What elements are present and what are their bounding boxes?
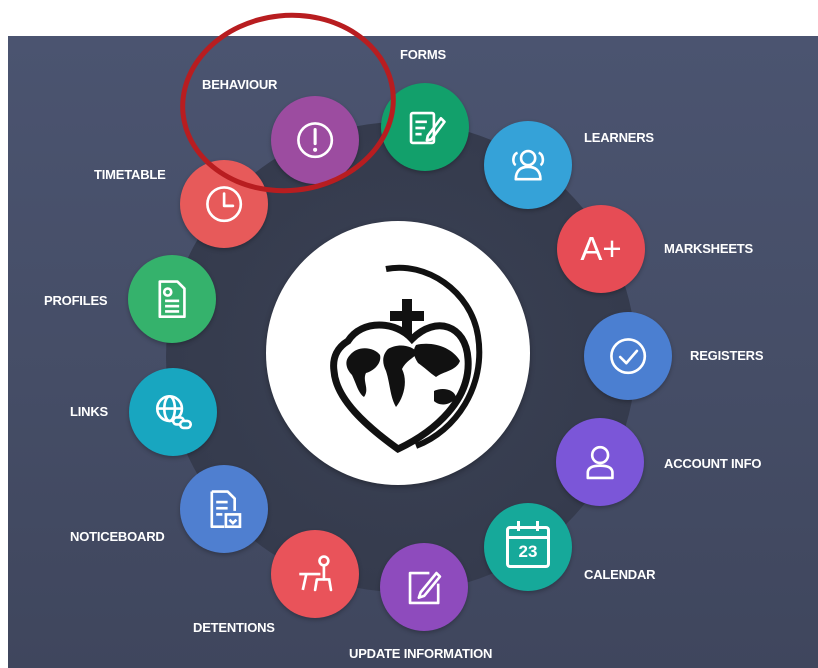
- account-info-label[interactable]: ACCOUNT INFO: [664, 456, 761, 471]
- marksheets-label[interactable]: MARKSHEETS: [664, 241, 753, 256]
- registers-label[interactable]: REGISTERS: [690, 348, 764, 363]
- notice-document-icon: [210, 490, 242, 528]
- forms-tile[interactable]: [381, 83, 469, 171]
- links-tile[interactable]: [129, 368, 217, 456]
- marksheets-tile[interactable]: A+: [557, 205, 645, 293]
- check-circle-icon: [609, 337, 647, 375]
- world-heart-logo: [330, 264, 483, 454]
- detentions-label[interactable]: DETENTIONS: [193, 620, 275, 635]
- forms-icon: [409, 111, 446, 145]
- links-label[interactable]: LINKS: [70, 404, 108, 419]
- detentions-tile[interactable]: [271, 530, 359, 618]
- center-logo: [266, 221, 530, 485]
- calendar-label[interactable]: CALENDAR: [584, 567, 656, 582]
- timetable-label[interactable]: TIMETABLE: [94, 167, 166, 182]
- account-info-tile[interactable]: [556, 418, 644, 506]
- grade-a-plus-icon: A+: [580, 230, 622, 267]
- noticeboard-label[interactable]: NOTICEBOARD: [70, 529, 165, 544]
- registers-tile[interactable]: [584, 312, 672, 400]
- calendar-tile[interactable]: 23: [484, 503, 572, 591]
- timetable-tile[interactable]: [180, 160, 268, 248]
- clock-icon: [205, 185, 243, 223]
- profiles-label[interactable]: PROFILES: [44, 293, 108, 308]
- behaviour-tile[interactable]: [271, 96, 359, 184]
- update-information-label[interactable]: UPDATE INFORMATION: [349, 646, 492, 661]
- profile-document-icon: [158, 280, 186, 318]
- user-icon: [586, 445, 614, 480]
- edit-icon: [408, 571, 442, 605]
- profiles-tile[interactable]: [128, 255, 216, 343]
- alert-icon: [296, 121, 334, 159]
- forms-label[interactable]: FORMS: [400, 47, 446, 62]
- behaviour-label[interactable]: BEHAVIOUR: [202, 77, 277, 92]
- learners-label[interactable]: LEARNERS: [584, 130, 654, 145]
- people-icon: [511, 149, 545, 181]
- update-information-tile[interactable]: [380, 543, 468, 631]
- globe-link-icon: [155, 394, 192, 430]
- learners-tile[interactable]: [484, 121, 572, 209]
- desk-icon: [299, 555, 333, 592]
- calendar-day-number: 23: [518, 542, 538, 561]
- noticeboard-tile[interactable]: [180, 465, 268, 553]
- calendar-icon: 23: [506, 521, 550, 568]
